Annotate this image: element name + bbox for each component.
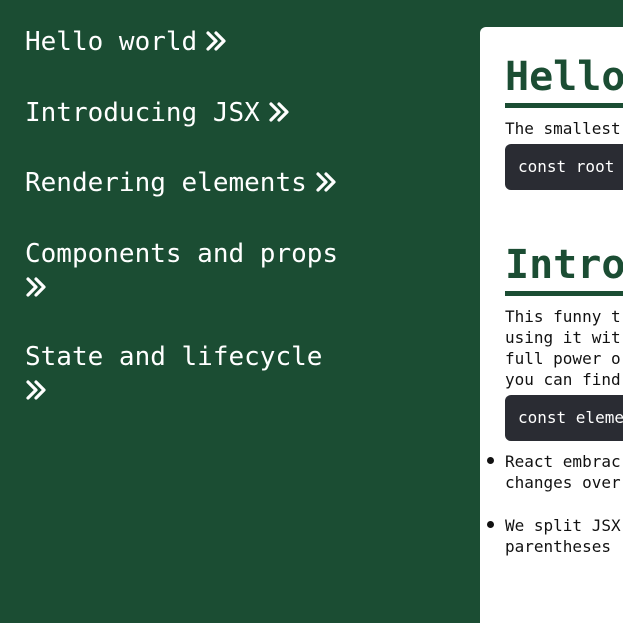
chevron-double-right-icon: [268, 99, 290, 132]
sidebar-item-label: Rendering elements: [25, 168, 307, 198]
app-window: Hello world Introducing JSX Rendering el…: [0, 0, 623, 623]
chevron-double-right-icon: [25, 374, 355, 407]
list-item: We split JSX parentheses: [487, 515, 621, 557]
section-paragraph: This funny t using it wit full power o you …: [505, 307, 621, 389]
sidebar-item-label: Hello world: [25, 27, 198, 57]
section-paragraph: The smallest: [505, 119, 621, 138]
bullet-dot: [487, 521, 494, 528]
bullet-dot: [487, 457, 494, 464]
code-block: const eleme: [505, 395, 623, 441]
bullet-list: React embrac changes over We split JSX par…: [487, 451, 621, 579]
code-block: const root: [505, 144, 623, 190]
sidebar-item-label: Introducing JSX: [25, 98, 260, 128]
list-item: React embrac changes over: [487, 451, 621, 493]
content-panel: Hello The smallest const root Introd Thi…: [480, 27, 623, 623]
sidebar-item-label: Components and props: [25, 239, 339, 269]
chevron-double-right-icon: [205, 28, 227, 61]
sidebar-item-label: State and lifecycle: [25, 342, 323, 372]
sidebar-item-state-and-lifecycle[interactable]: State and lifecycle: [25, 341, 355, 407]
sidebar-item-components-and-props[interactable]: Components and props: [25, 238, 355, 304]
section-title-hello-world: Hello: [505, 55, 623, 108]
sidebar-item-hello-world[interactable]: Hello world: [25, 26, 227, 61]
chevron-double-right-icon: [25, 271, 355, 304]
sidebar-item-introducing-jsx[interactable]: Introducing JSX: [25, 97, 290, 132]
section-title-introducing-jsx: Introd: [505, 243, 623, 296]
chevron-double-right-icon: [315, 169, 337, 202]
sidebar-item-rendering-elements[interactable]: Rendering elements: [25, 167, 337, 202]
